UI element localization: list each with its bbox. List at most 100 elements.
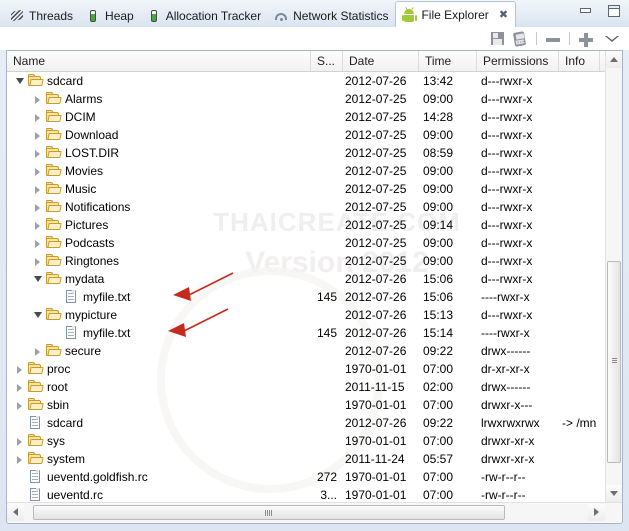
- chevron-right-icon[interactable]: [31, 180, 45, 198]
- tree-item-root[interactable]: root: [13, 378, 68, 396]
- chevron-right-icon[interactable]: [13, 432, 27, 450]
- table-row[interactable]: mydata 2012-07-26 15:06 d---rwxr-x: [7, 270, 605, 288]
- chevron-right-icon[interactable]: [31, 252, 45, 270]
- chevron-right-icon[interactable]: [31, 144, 45, 162]
- tree-item-sys[interactable]: sys: [13, 432, 65, 450]
- table-row[interactable]: system 2011-11-24 05:57 drwxr-xr-x: [7, 450, 605, 468]
- table-row[interactable]: Pictures 2012-07-25 09:14 d---rwxr-x: [7, 216, 605, 234]
- cell-permissions: -rw-r--r--: [481, 488, 526, 502]
- tree-item-ueventd-goldfish-rc[interactable]: ueventd.goldfish.rc: [13, 468, 148, 486]
- tab-network-statistics[interactable]: Network Statistics: [268, 4, 395, 27]
- tree-item-music[interactable]: Music: [31, 180, 96, 198]
- column-header-name[interactable]: Name: [7, 51, 311, 71]
- chevron-right-icon[interactable]: [13, 450, 27, 468]
- table-row[interactable]: ueventd.goldfish.rc 272 1970-01-01 07:00 -rw…: [7, 468, 605, 486]
- close-icon[interactable]: ✖: [499, 9, 508, 21]
- chevron-right-icon[interactable]: [31, 162, 45, 180]
- chevron-down-icon[interactable]: [31, 270, 45, 288]
- file-tree[interactable]: THAICREATE.COM Version 2012 sdcard 2012-0…: [7, 72, 605, 502]
- tree-item-sdcard[interactable]: sdcard: [13, 414, 83, 432]
- column-header-time[interactable]: Time: [419, 51, 477, 71]
- table-row[interactable]: LOST.DIR 2012-07-25 08:59 d---rwxr-x: [7, 144, 605, 162]
- table-row[interactable]: root 2011-11-15 02:00 drwx------: [7, 378, 605, 396]
- tree-item-ringtones[interactable]: Ringtones: [31, 252, 119, 270]
- tree-item-sbin[interactable]: sbin: [13, 396, 69, 414]
- tree-item-proc[interactable]: proc: [13, 360, 70, 378]
- tree-item-mydata[interactable]: mydata: [31, 270, 104, 288]
- tree-item-pictures[interactable]: Pictures: [31, 216, 108, 234]
- table-row[interactable]: mypicture 2012-07-26 15:13 d---rwxr-x: [7, 306, 605, 324]
- cell-size: 145: [316, 290, 337, 304]
- delete-button[interactable]: [542, 29, 564, 49]
- tab-file-explorer[interactable]: File Explorer ✖: [395, 1, 517, 27]
- table-row[interactable]: Alarms 2012-07-25 09:00 d---rwxr-x: [7, 90, 605, 108]
- tree-item-mypicture[interactable]: mypicture: [31, 306, 117, 324]
- chevron-right-icon[interactable]: [31, 234, 45, 252]
- chevron-down-icon[interactable]: [601, 29, 623, 49]
- tab-threads[interactable]: Threads: [4, 4, 80, 27]
- chevron-right-icon[interactable]: [31, 198, 45, 216]
- vertical-scrollbar[interactable]: [605, 51, 622, 502]
- tree-item-movies[interactable]: Movies: [31, 162, 103, 180]
- tree-item-ueventd-rc[interactable]: ueventd.rc: [13, 486, 103, 502]
- chevron-down-icon[interactable]: [13, 72, 27, 90]
- cell-date: 2012-07-25: [345, 182, 407, 196]
- minimize-icon[interactable]: [578, 4, 593, 18]
- scroll-down-button[interactable]: [606, 485, 622, 502]
- push-file-button[interactable]: [509, 29, 531, 49]
- cell-time: 05:57: [423, 452, 454, 466]
- scroll-left-button[interactable]: [7, 504, 24, 521]
- chevron-right-icon[interactable]: [31, 126, 45, 144]
- scroll-up-button[interactable]: [606, 51, 622, 68]
- table-row[interactable]: Notifications 2012-07-25 09:00 d---rwxr-x: [7, 198, 605, 216]
- tree-item-alarms[interactable]: Alarms: [31, 90, 102, 108]
- table-row[interactable]: myfile.txt 145 2012-07-26 15:06 ----rwxr-x: [7, 288, 605, 306]
- table-row[interactable]: sbin 1970-01-01 07:00 drwxr-x---: [7, 396, 605, 414]
- new-folder-button[interactable]: [575, 29, 597, 49]
- tab-heap[interactable]: Heap: [80, 4, 141, 27]
- horizontal-scrollbar-thumb[interactable]: [33, 505, 505, 520]
- column-header-info[interactable]: Info: [559, 51, 602, 71]
- table-row[interactable]: ueventd.rc 3... 1970-01-01 07:00 -rw-r--r--: [7, 486, 605, 502]
- column-header-permissions[interactable]: Permissions: [477, 51, 559, 71]
- table-row[interactable]: myfile.txt 145 2012-07-26 15:14 ----rwxr-x: [7, 324, 605, 342]
- tree-item-myfile-txt[interactable]: myfile.txt: [49, 288, 130, 306]
- table-row[interactable]: DCIM 2012-07-25 14:28 d---rwxr-x: [7, 108, 605, 126]
- chevron-right-icon[interactable]: [31, 216, 45, 234]
- chevron-right-icon[interactable]: [31, 342, 45, 360]
- vertical-scrollbar-thumb[interactable]: [607, 261, 621, 463]
- chevron-down-icon[interactable]: [31, 306, 45, 324]
- table-row[interactable]: secure 2012-07-26 09:22 drwx------: [7, 342, 605, 360]
- chevron-right-icon[interactable]: [13, 360, 27, 378]
- table-row[interactable]: Music 2012-07-25 09:00 d---rwxr-x: [7, 180, 605, 198]
- tree-item-system[interactable]: system: [13, 450, 85, 468]
- cell-size: [305, 198, 337, 216]
- table-row[interactable]: proc 1970-01-01 07:00 dr-xr-xr-x: [7, 360, 605, 378]
- tree-item-download[interactable]: Download: [31, 126, 118, 144]
- table-row[interactable]: sdcard 2012-07-26 09:22 lrwxrwxrwx -> /mn: [7, 414, 605, 432]
- tree-item-notifications[interactable]: Notifications: [31, 198, 130, 216]
- chevron-right-icon[interactable]: [13, 396, 27, 414]
- chevron-right-icon[interactable]: [31, 90, 45, 108]
- scroll-right-button[interactable]: [588, 504, 605, 521]
- tree-item-myfile-txt[interactable]: myfile.txt: [49, 324, 130, 342]
- table-row[interactable]: Ringtones 2012-07-25 09:00 d---rwxr-x: [7, 252, 605, 270]
- tree-item-secure[interactable]: secure: [31, 342, 101, 360]
- chevron-right-icon[interactable]: [31, 108, 45, 126]
- horizontal-scrollbar[interactable]: [7, 502, 622, 523]
- pull-file-button[interactable]: [487, 29, 509, 49]
- column-header-size[interactable]: S...: [311, 51, 343, 71]
- maximize-icon[interactable]: [606, 4, 621, 18]
- table-row[interactable]: sdcard 2012-07-26 13:42 d---rwxr-x: [7, 72, 605, 90]
- table-row[interactable]: Movies 2012-07-25 09:00 d---rwxr-x: [7, 162, 605, 180]
- chevron-right-icon[interactable]: [13, 378, 27, 396]
- column-header-date[interactable]: Date: [343, 51, 419, 71]
- tree-item-lost-dir[interactable]: LOST.DIR: [31, 144, 119, 162]
- table-row[interactable]: sys 1970-01-01 07:00 drwxr-xr-x: [7, 432, 605, 450]
- table-row[interactable]: Download 2012-07-25 09:00 d---rwxr-x: [7, 126, 605, 144]
- tree-item-podcasts[interactable]: Podcasts: [31, 234, 114, 252]
- table-row[interactable]: Podcasts 2012-07-25 09:00 d---rwxr-x: [7, 234, 605, 252]
- tree-item-dcim[interactable]: DCIM: [31, 108, 96, 126]
- tree-item-sdcard[interactable]: sdcard: [13, 72, 83, 90]
- tab-allocation-tracker[interactable]: Allocation Tracker: [141, 4, 268, 27]
